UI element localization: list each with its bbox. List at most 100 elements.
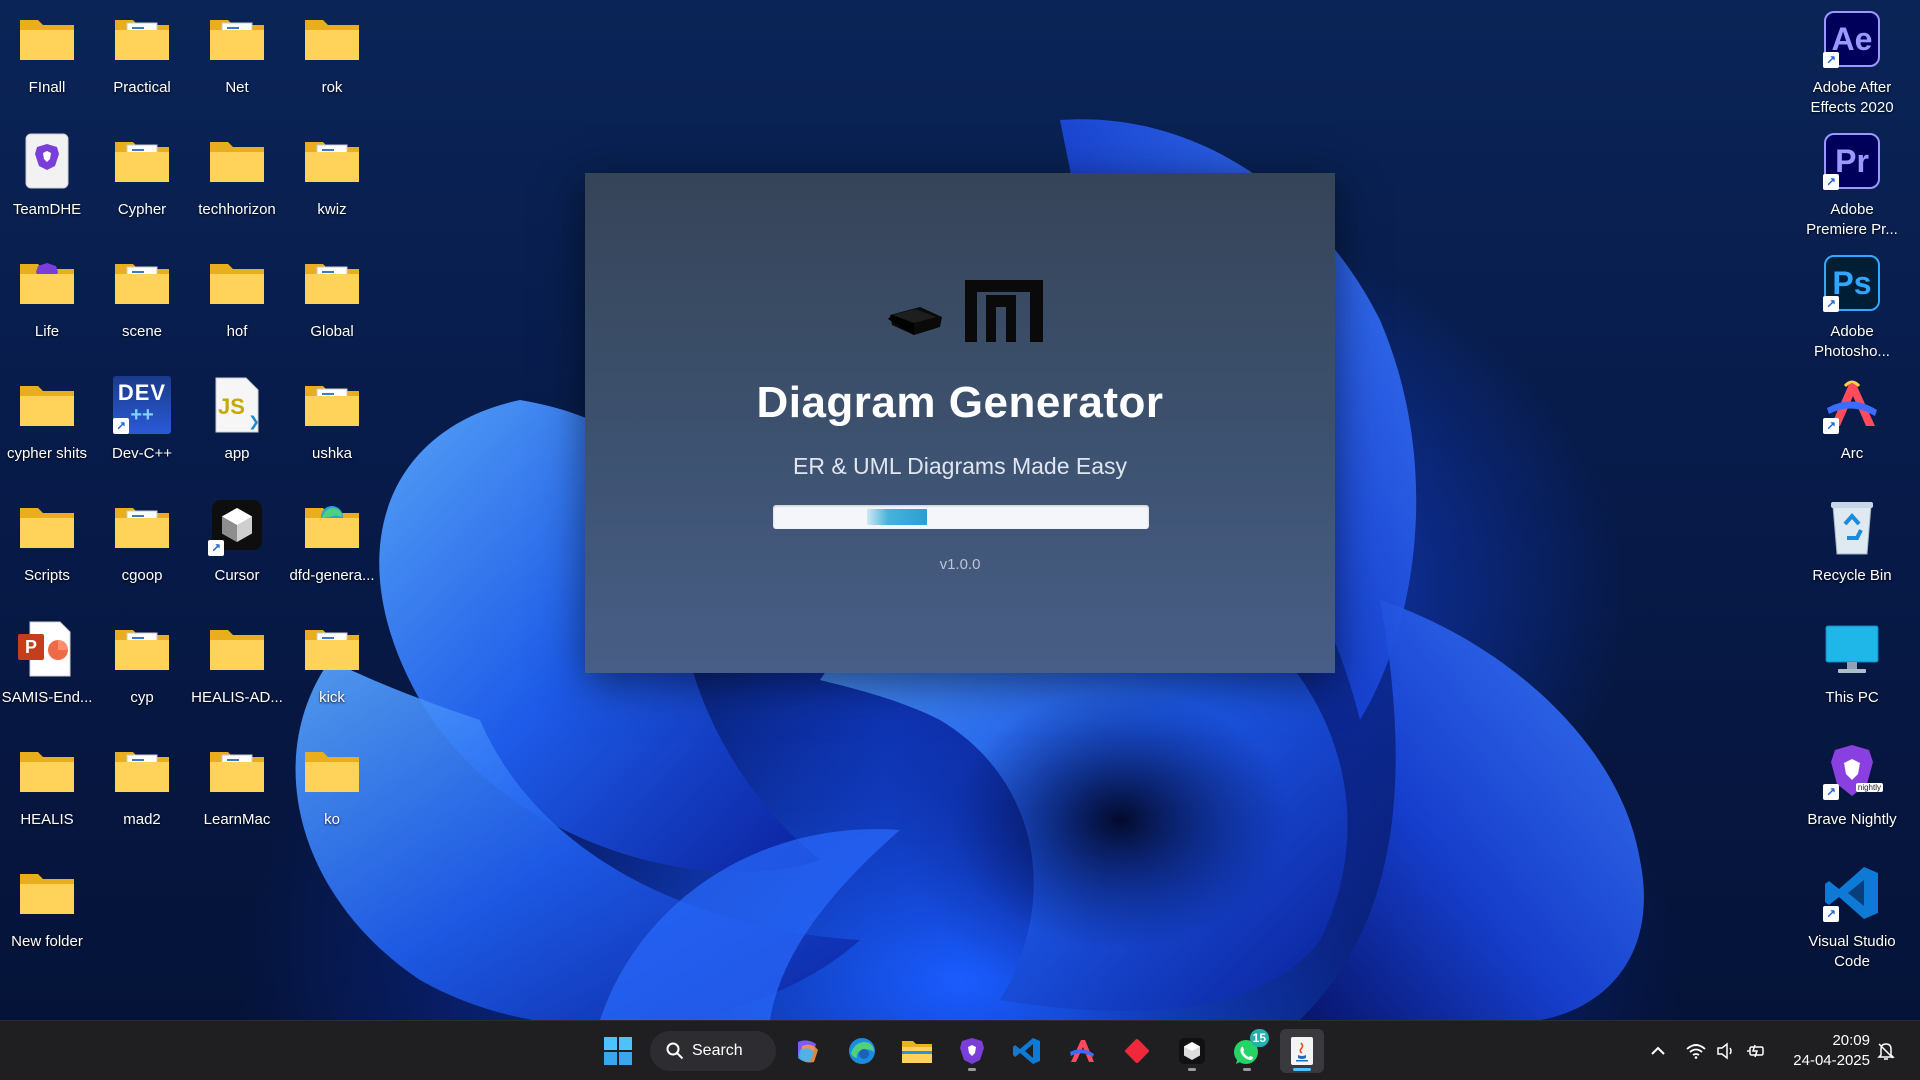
- search-label: Search: [692, 1042, 743, 1059]
- desktop-icon-label: New folder: [11, 933, 83, 950]
- file-explorer-taskbar-button[interactable]: [895, 1029, 939, 1073]
- desktop-icon-new-folder[interactable]: New folder: [0, 856, 95, 976]
- desktop-icon-label: Cursor: [214, 567, 260, 584]
- desktop-icon-scene[interactable]: scene: [94, 246, 190, 366]
- desktop-icon-cypher[interactable]: Cypher: [94, 124, 190, 244]
- desktop-icon-life[interactable]: Life: [0, 246, 95, 366]
- cursor-icon: ↗: [208, 498, 266, 556]
- desktop-icon-label: Scripts: [24, 567, 70, 584]
- whatsapp-taskbar-button[interactable]: 15: [1225, 1029, 1269, 1073]
- folder-icon: [303, 10, 361, 68]
- desktop-icon-kwiz[interactable]: kwiz: [284, 124, 380, 244]
- start-button[interactable]: [596, 1029, 640, 1073]
- desktop-icon-ushka[interactable]: ushka: [284, 368, 380, 488]
- brave-nightly-taskbar-button[interactable]: [950, 1029, 994, 1073]
- desktop-icon-label: Life: [34, 323, 60, 340]
- desktop-icon-label: cyp: [130, 689, 154, 706]
- battery-charging-icon: [1747, 1044, 1764, 1058]
- windows-start-icon: [604, 1037, 632, 1065]
- edge-taskbar-button[interactable]: [840, 1029, 884, 1073]
- folder-doc-icon: [208, 10, 266, 68]
- folder-edge-icon: [303, 498, 361, 556]
- desktop-icon-brave-nightly[interactable]: nightly ↗ Brave Nightly: [1804, 734, 1900, 854]
- folder-brave-icon: [18, 254, 76, 312]
- desktop-icon-cgoop[interactable]: cgoop: [94, 490, 190, 610]
- desktop-icon-scripts[interactable]: Scripts: [0, 490, 95, 610]
- notification-bell-icon: [1877, 1043, 1895, 1060]
- desktop-icon-techhorizon[interactable]: techhorizon: [189, 124, 285, 244]
- brave-nightly-icon: nightly ↗: [1823, 742, 1883, 800]
- desktop-icon-dev-c[interactable]: DEV ++ ↗ Dev-C++: [94, 368, 190, 488]
- desktop-icon-label: SAMIS-End...: [1, 689, 93, 706]
- desktop-icon-label: kick: [319, 689, 345, 706]
- desktop-icon-this-pc[interactable]: This PC: [1804, 612, 1900, 732]
- network-button[interactable]: [1684, 1039, 1708, 1063]
- folder-icon: [208, 132, 266, 190]
- folder-icon: [18, 864, 76, 922]
- desktop-icon-label: Adobe After Effects 2020: [1810, 79, 1894, 116]
- running-indicator: [968, 1068, 976, 1071]
- edge-icon: [849, 1038, 875, 1064]
- desktop-icon-dfd-genera[interactable]: dfd-genera...: [284, 490, 380, 610]
- copilot-taskbar-button[interactable]: [785, 1029, 829, 1073]
- vscode-taskbar-button[interactable]: [1005, 1029, 1049, 1073]
- desktop-icon-hof[interactable]: hof: [189, 246, 285, 366]
- folder-doc-icon: [303, 376, 361, 434]
- taskbar-search-button[interactable]: Search: [650, 1031, 776, 1071]
- desktop-icon-kick[interactable]: kick: [284, 612, 380, 732]
- desktop-icon-label: rok: [321, 79, 343, 96]
- desktop-icon-finall[interactable]: FInall: [0, 2, 95, 122]
- running-indicator: [1243, 1068, 1251, 1071]
- desktop-icon-label: cgoop: [121, 567, 163, 584]
- folder-icon: [18, 10, 76, 68]
- clock-time: 20:09: [1832, 1032, 1870, 1049]
- git-taskbar-button[interactable]: [1115, 1029, 1159, 1073]
- desktop-icon-global[interactable]: Global: [284, 246, 380, 366]
- ae-icon: Ae ↗: [1823, 10, 1881, 68]
- desktop-icon-label: techhorizon: [198, 201, 276, 218]
- desktop-icon-label: Recycle Bin: [1812, 567, 1892, 584]
- desktop-icon-ko[interactable]: ko: [284, 734, 380, 854]
- desktop-icon-adobe-premiere-pr[interactable]: Pr ↗ Adobe Premiere Pr...: [1804, 124, 1900, 244]
- notifications-button[interactable]: [1874, 1039, 1898, 1063]
- recycle-icon: [1823, 498, 1881, 556]
- desktop-icon-cyp[interactable]: cyp: [94, 612, 190, 732]
- battery-button[interactable]: [1744, 1039, 1768, 1063]
- desktop-icon-label: LearnMac: [203, 811, 271, 828]
- splash-window: Diagram Generator ER & UML Diagrams Made…: [585, 173, 1335, 673]
- clock-button[interactable]: 20:09 24-04-2025: [1780, 1031, 1870, 1071]
- desktop-icon-cypher-shits[interactable]: cypher shits: [0, 368, 95, 488]
- desktop-icon-healis-ad[interactable]: HEALIS-AD...: [189, 612, 285, 732]
- brave-file-icon: [18, 132, 76, 190]
- desktop-icon-app[interactable]: JS ❯ app: [189, 368, 285, 488]
- desktop-icon-cursor[interactable]: ↗ Cursor: [189, 490, 285, 610]
- folder-doc-icon: [113, 620, 171, 678]
- desktop-icon-mad2[interactable]: mad2: [94, 734, 190, 854]
- desktop-icon-samis-end[interactable]: P SAMIS-End...: [0, 612, 95, 732]
- desktop-icon-learnmac[interactable]: LearnMac: [189, 734, 285, 854]
- desktop-icon-arc[interactable]: ↗ Arc: [1804, 368, 1900, 488]
- desktop-icon-teamdhe[interactable]: TeamDHE: [0, 124, 95, 244]
- desktop-icon-label: Arc: [1840, 445, 1864, 462]
- desktop-icon-label: HEALIS: [20, 811, 74, 828]
- volume-button[interactable]: [1714, 1039, 1738, 1063]
- folder-icon: [18, 742, 76, 800]
- splash-title: Diagram Generator: [756, 378, 1164, 427]
- desktop-icon-adobe-photosho[interactable]: Ps ↗ Adobe Photosho...: [1804, 246, 1900, 366]
- ps-icon: Ps ↗: [1823, 254, 1881, 312]
- desktop-icon-practical[interactable]: Practical: [94, 2, 190, 122]
- folder-icon: [303, 742, 361, 800]
- desktop-icon-recycle-bin[interactable]: Recycle Bin: [1804, 490, 1900, 610]
- folder-icon: [18, 376, 76, 434]
- cursor-taskbar-button[interactable]: [1170, 1029, 1214, 1073]
- java-app-taskbar-button[interactable]: [1280, 1029, 1324, 1073]
- arc-taskbar-button[interactable]: [1060, 1029, 1104, 1073]
- desktop-icon-adobe-after-effects-2020[interactable]: Ae ↗ Adobe After Effects 2020: [1804, 2, 1900, 122]
- desktop-icon-rok[interactable]: rok: [284, 2, 380, 122]
- desktop-icon-net[interactable]: Net: [189, 2, 285, 122]
- desktop-icon-label: Dev-C++: [111, 445, 173, 462]
- show-hidden-icons-button[interactable]: [1646, 1039, 1670, 1063]
- desktop-icon-label: Net: [225, 79, 249, 96]
- desktop-icon-visual-studio-code[interactable]: ↗ Visual Studio Code: [1804, 856, 1900, 976]
- desktop-icon-healis[interactable]: HEALIS: [0, 734, 95, 854]
